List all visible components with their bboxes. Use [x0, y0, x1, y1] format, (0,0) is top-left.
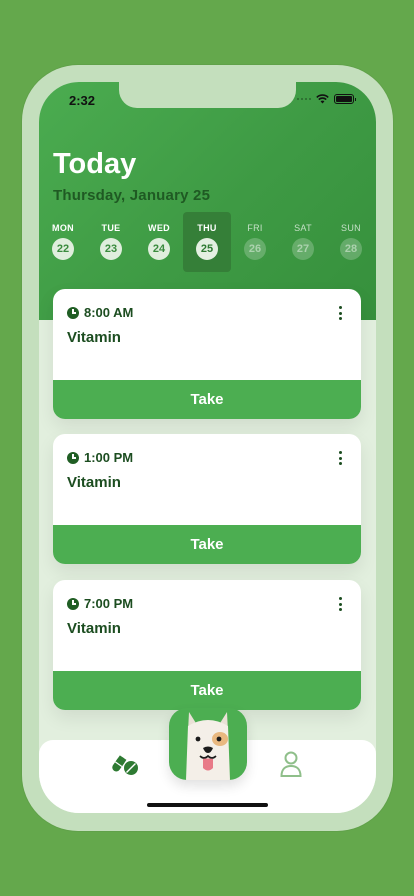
more-options-icon[interactable] [339, 306, 343, 320]
week-strip: MON 22 TUE 23 WED 24 THU 25 FRI 26 SAT 2… [39, 212, 376, 272]
take-button[interactable]: Take [53, 380, 361, 419]
take-button[interactable]: Take [53, 525, 361, 564]
status-time: 2:32 [69, 93, 96, 108]
dose-card: 8:00 AM Vitamin Take [53, 289, 361, 419]
day-tue[interactable]: TUE 23 [87, 212, 135, 272]
dose-time-row: 7:00 PM [67, 596, 133, 611]
more-options-icon[interactable] [339, 597, 343, 611]
day-number: 25 [196, 238, 218, 260]
dose-time-row: 8:00 AM [67, 305, 133, 320]
notch [119, 82, 296, 108]
battery-icon [334, 94, 356, 104]
dose-card: 1:00 PM Vitamin Take [53, 434, 361, 564]
clock-icon [67, 306, 79, 319]
signal-icon [297, 98, 311, 100]
day-number: 22 [52, 238, 74, 260]
day-number: 28 [340, 238, 362, 260]
dose-time: 1:00 PM [84, 450, 134, 465]
dog-face-icon [186, 712, 230, 780]
day-label: MON [52, 223, 74, 233]
day-number: 26 [244, 238, 266, 260]
day-sat[interactable]: SAT 27 [279, 212, 327, 272]
wifi-icon [316, 94, 329, 104]
day-wed[interactable]: WED 24 [135, 212, 183, 272]
day-number: 27 [292, 238, 314, 260]
medication-name: Vitamin [67, 620, 121, 637]
medication-name: Vitamin [67, 329, 121, 346]
day-label: FRI [247, 223, 263, 233]
app-screen: 2:32 Today Thursday, January 25 MON 22 T… [39, 82, 376, 813]
pills-icon[interactable] [111, 754, 139, 776]
dog-mascot-icon[interactable] [169, 708, 247, 780]
dose-time: 7:00 PM [84, 596, 134, 611]
day-label: SUN [341, 223, 361, 233]
dose-time: 8:00 AM [84, 305, 134, 320]
current-date: Thursday, January 25 [53, 187, 211, 204]
page-title: Today [53, 148, 137, 180]
take-button[interactable]: Take [53, 671, 361, 710]
home-indicator [147, 803, 268, 807]
day-label: THU [197, 223, 217, 233]
medication-name: Vitamin [67, 474, 121, 491]
more-options-icon[interactable] [339, 451, 343, 465]
status-icons [297, 94, 356, 104]
clock-icon [67, 597, 79, 610]
day-label: WED [148, 223, 170, 233]
day-fri[interactable]: FRI 26 [231, 212, 279, 272]
day-number: 24 [148, 238, 170, 260]
day-sun[interactable]: SUN 28 [327, 212, 375, 272]
day-mon[interactable]: MON 22 [39, 212, 87, 272]
person-icon[interactable] [280, 751, 302, 777]
day-label: SAT [294, 223, 312, 233]
day-label: TUE [101, 223, 121, 233]
day-number: 23 [100, 238, 122, 260]
clock-icon [67, 451, 79, 464]
dose-card: 7:00 PM Vitamin Take [53, 580, 361, 710]
day-thu-selected[interactable]: THU 25 [183, 212, 231, 272]
dose-time-row: 1:00 PM [67, 450, 133, 465]
